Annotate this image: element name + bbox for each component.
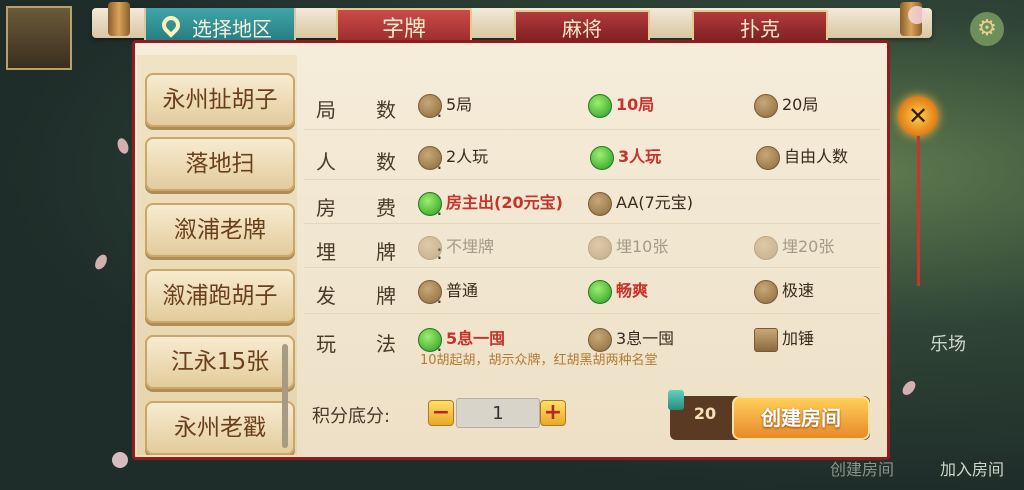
radio-icon bbox=[588, 327, 612, 352]
fee-option-aa[interactable]: AA(7元宝) bbox=[588, 190, 693, 216]
deal-row: 发牌: 普通 畅爽 极速 bbox=[304, 268, 880, 314]
fee-row: 房费: 房主出(20元宝) AA(7元宝) bbox=[304, 180, 880, 224]
players-row: 人数: 2人玩 3人玩 自由人数 bbox=[304, 130, 880, 180]
radio-disabled-icon bbox=[418, 235, 442, 260]
rounds-option-20[interactable]: 20局 bbox=[754, 92, 818, 118]
radio-checked-icon bbox=[588, 93, 612, 118]
radio-icon bbox=[588, 191, 612, 216]
radio-icon bbox=[418, 93, 442, 118]
region-list[interactable]: 永州扯胡子 落地扫 溆浦老牌 溆浦跑胡子 江永15张 永州老戳 bbox=[137, 55, 297, 455]
join-room-button[interactable]: 加入房间 bbox=[940, 456, 1004, 480]
rounds-option-10[interactable]: 10局 bbox=[588, 92, 654, 118]
players-option-2[interactable]: 2人玩 bbox=[418, 144, 488, 170]
radio-checked-icon bbox=[418, 327, 442, 352]
score-plus-button[interactable]: + bbox=[540, 400, 566, 426]
play-option-hammer[interactable]: 加锤 bbox=[754, 326, 814, 352]
base-score-label: 积分底分: bbox=[312, 406, 391, 427]
radio-checked-icon bbox=[590, 145, 614, 170]
avatar[interactable] bbox=[6, 6, 72, 70]
score-minus-button[interactable]: − bbox=[428, 400, 454, 426]
region-item[interactable]: 永州扯胡子 bbox=[145, 73, 295, 127]
tab-majiang[interactable]: 麻将 bbox=[514, 10, 650, 44]
radio-icon bbox=[754, 93, 778, 118]
decorative-rope bbox=[917, 136, 920, 286]
players-option-free[interactable]: 自由人数 bbox=[756, 144, 848, 170]
bury-row: 埋牌: 不埋牌 埋10张 埋20张 bbox=[304, 224, 880, 268]
rounds-option-5[interactable]: 5局 bbox=[418, 92, 472, 118]
radio-icon bbox=[754, 279, 778, 304]
tab-puke[interactable]: 扑克 bbox=[692, 10, 828, 44]
close-button[interactable]: ✕ bbox=[898, 96, 938, 136]
ingot-icon bbox=[668, 390, 684, 410]
radio-icon bbox=[756, 145, 780, 170]
region-item[interactable]: 溆浦老牌 bbox=[145, 203, 295, 257]
create-room-button[interactable]: 创建房间 bbox=[732, 396, 870, 440]
select-region-label: 选择地区 bbox=[192, 17, 272, 41]
rounds-row: 局数: 5局 10局 20局 bbox=[304, 78, 880, 130]
region-item[interactable]: 溆浦跑胡子 bbox=[145, 269, 295, 323]
scroll-end-left bbox=[108, 2, 130, 36]
radio-icon bbox=[418, 145, 442, 170]
room-cost-value: 20 bbox=[693, 404, 717, 423]
location-pin-icon bbox=[158, 12, 184, 38]
deal-option-fast[interactable]: 极速 bbox=[754, 278, 814, 304]
radio-checked-icon bbox=[418, 191, 442, 216]
base-score-value[interactable]: 1 bbox=[456, 398, 540, 428]
radio-disabled-icon bbox=[754, 235, 778, 260]
bury-option-10[interactable]: 埋10张 bbox=[588, 234, 668, 260]
radio-disabled-icon bbox=[588, 235, 612, 260]
radio-checked-icon bbox=[588, 279, 612, 304]
region-item[interactable]: 落地扫 bbox=[145, 137, 295, 191]
checkbox-icon bbox=[754, 327, 778, 352]
deal-option-normal[interactable]: 普通 bbox=[418, 278, 478, 304]
region-item[interactable]: 江永15张 bbox=[145, 335, 295, 389]
bury-option-none[interactable]: 不埋牌 bbox=[418, 234, 494, 260]
region-item[interactable]: 永州老戳 bbox=[145, 401, 295, 455]
bury-option-20[interactable]: 埋20张 bbox=[754, 234, 834, 260]
play-note: 10胡起胡，胡示众牌，红胡黑胡两种名堂 bbox=[420, 353, 658, 368]
options-area: 局数: 5局 10局 20局 人数: 2人玩 3人玩 自由人数 房费: 房主出(… bbox=[304, 78, 880, 386]
flower-decoration bbox=[112, 452, 128, 468]
radio-icon bbox=[418, 279, 442, 304]
gear-icon[interactable]: ⚙ bbox=[970, 12, 1004, 46]
flower-decoration bbox=[908, 6, 926, 24]
fee-option-owner[interactable]: 房主出(20元宝) bbox=[418, 190, 563, 216]
players-option-3[interactable]: 3人玩 bbox=[590, 144, 661, 170]
lobby-label: 乐场 bbox=[930, 334, 966, 355]
deal-option-smooth[interactable]: 畅爽 bbox=[588, 278, 648, 304]
region-list-scrollbar[interactable] bbox=[282, 344, 288, 448]
